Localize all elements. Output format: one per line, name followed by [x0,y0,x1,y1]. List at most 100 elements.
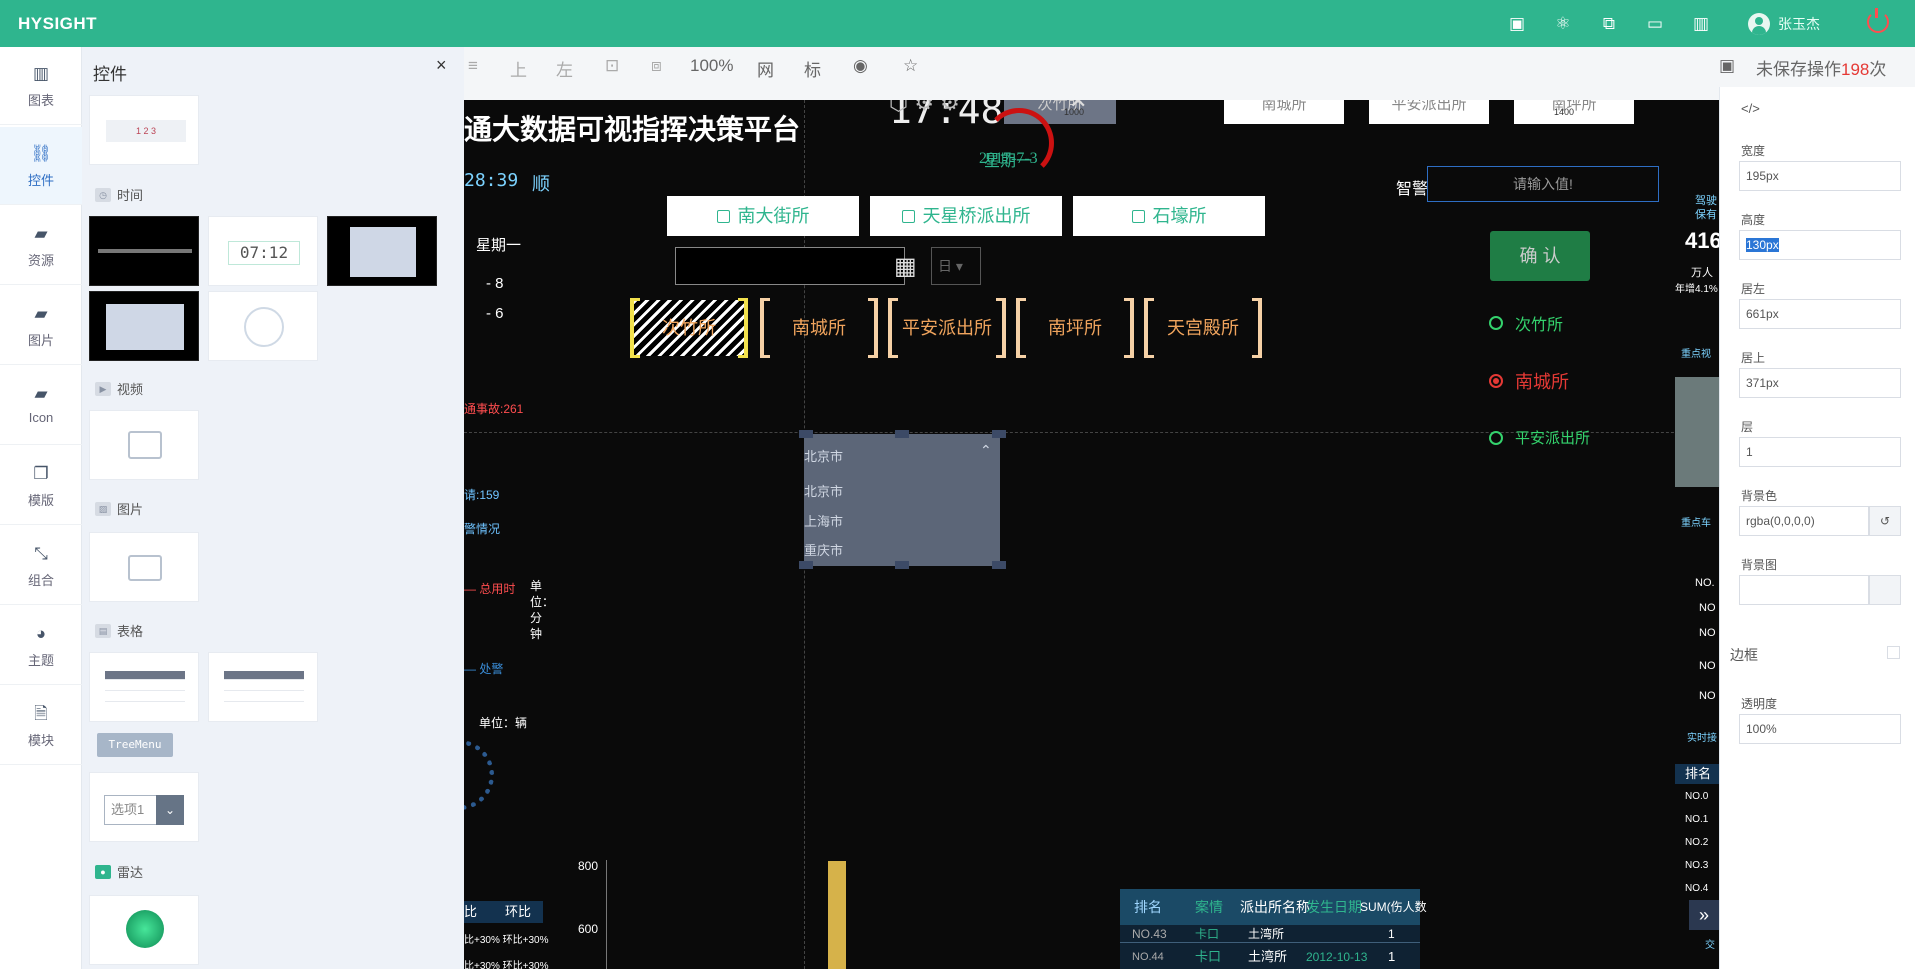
image-chart-icon[interactable]: ▣ [1507,14,1527,34]
power-icon[interactable] [1867,8,1889,33]
canvas-right-edge: 驾驶 保有 416 万人 年增4.1% 重点视 重点车 NO. NO NO NO… [1675,100,1722,969]
radio-pingan[interactable]: 平安派出所 [1489,427,1590,448]
align-left-icon[interactable]: 左 [556,56,573,81]
expand-double-chevron-icon[interactable]: » [1689,900,1719,930]
calendar-widget-card[interactable] [327,216,437,286]
file-icon: 🗎 [34,704,48,723]
reset-icon[interactable]: ↺ [1869,506,1901,536]
unit-minutes: 单位：分钟 [530,579,555,641]
video-widget-card[interactable] [89,410,199,480]
radar-widget-card[interactable] [89,895,199,965]
tab-pingan[interactable]: 平安派出所 [1369,100,1489,124]
nav-item-theme[interactable]: ◕ 主题 [0,607,82,685]
save-icon[interactable]: ▣ [1719,56,1735,76]
left-input[interactable]: 661px [1739,299,1901,329]
checkbox-nandajie[interactable]: 南大街所 [667,196,859,236]
nav-item-templates[interactable]: ❐ 模版 [0,447,82,525]
bracket-nancheng[interactable]: 南城所 [760,298,878,358]
book-icon: ▰ [34,224,48,243]
calendar2-preview [106,304,184,350]
pager-widget-card[interactable]: 1 2 3 [89,95,199,165]
resize-handle[interactable] [992,561,1006,569]
resize-handle[interactable] [895,561,909,569]
camera-thumbnail[interactable] [1675,377,1719,487]
grid-toggle[interactable]: 网 [757,56,774,81]
radio-cizhu[interactable]: 次竹所 [1489,311,1563,335]
confirm-button[interactable]: 确 认 [1490,231,1590,281]
nav-item-icon[interactable]: ▰ Icon [0,367,82,445]
bgcolor-input[interactable]: rgba(0,0,0,0) [1739,506,1869,536]
bgimage-input[interactable] [1739,575,1869,605]
opacity-input[interactable]: 100% [1739,714,1901,744]
layer-input[interactable]: 1 [1739,437,1901,467]
nav-item-controls[interactable]: ⛓ 控件 [0,127,82,205]
align-top-icon[interactable]: 上 [510,56,527,81]
nav-item-modules[interactable]: 🗎 模块 [0,687,82,765]
table-row[interactable]: NO.43 卡口 土湾所 1 [1120,925,1420,943]
height-input[interactable]: 130px [1739,230,1901,260]
width-input[interactable]: 195px [1739,161,1901,191]
resize-handle[interactable] [895,430,909,438]
radio-nancheng[interactable]: 南城所 [1489,368,1569,394]
bgimage-picker[interactable] [1869,575,1901,605]
zoom-level[interactable]: 100% [690,56,733,76]
tab-nancheng[interactable]: 南城所 [1224,100,1344,124]
cube-icon[interactable]: ⬡ ⚙ ⚙ [889,100,960,116]
border-checkbox[interactable] [1887,646,1900,659]
align-right-icon[interactable]: ≡ [468,56,478,76]
controls-panel: 控件 × 1 2 3 ◷ 时间 07:12 ▶ 视频 ▨ 图片 ▤ 表格 TreeMen… [82,47,464,969]
user-menu[interactable]: 张玉杰 [1748,12,1820,36]
date-picker-input[interactable] [675,247,905,285]
preview-eye-icon[interactable]: ◉ [853,56,868,76]
radio-icon [1489,430,1503,445]
bracket-cizhu[interactable]: 次竹所 [630,298,748,358]
resize-handle[interactable] [992,430,1006,438]
ruler-toggle[interactable]: 标 [804,56,821,81]
nav-item-charts[interactable]: ▥ 图表 [0,47,82,125]
gauge-ring [464,740,494,810]
nav-item-resources[interactable]: ▰ 资源 [0,207,82,285]
table-row[interactable]: NO.44 卡口 土湾所 2012-10-13 1 [1120,945,1420,969]
checkbox-tianxingqiao[interactable]: 天星桥派出所 [870,196,1062,236]
monitor-icon[interactable]: ▭ [1645,14,1665,34]
clock-widget-card[interactable]: 07:12 [208,216,318,286]
star-icon[interactable]: ☆ [903,56,918,76]
dropdown-item-beijing[interactable]: 北京市 [804,481,843,500]
bracket-nanping[interactable]: 南坪所 [1016,298,1134,358]
atom-icon[interactable]: ⚛ [1553,14,1573,34]
city-dropdown[interactable]: 北京市 ⌃ 北京市 上海市 重庆市 [804,434,1000,566]
layers-icon[interactable]: ⧉ [1599,14,1619,34]
timeline-widget-card[interactable] [89,216,199,286]
radio-selected-icon [1489,374,1503,388]
dial-widget-card[interactable] [208,291,318,361]
calendar2-widget-card[interactable] [89,291,199,361]
bracket-tiangongdian[interactable]: 天宫殿所 [1144,298,1262,358]
select-widget-card[interactable]: 选项1 ⌄ [89,772,199,842]
design-canvas[interactable]: 次竹所 南城所 平安派出所 南坪所 1000 1400 通大数据可视指挥决策平台… [464,100,1719,969]
day-select[interactable]: 日 ▾ [931,247,981,285]
resize-handle[interactable] [799,430,813,438]
bar-chart-icon[interactable]: ▥ [1691,14,1711,34]
top-input[interactable]: 371px [1739,368,1901,398]
stat-159: 请:159 [464,488,500,502]
close-widget-icon[interactable]: ✕ [1069,100,1087,114]
police-search-input[interactable]: 请输入值! [1427,166,1659,202]
table2-widget-card[interactable] [208,652,318,722]
chevron-up-icon[interactable]: ⌃ [980,442,992,459]
dropdown-item-shanghai[interactable]: 上海市 [804,511,843,530]
fit-icon[interactable]: ⊡ [605,56,619,76]
nav-item-group[interactable]: ⤡ 组合 [0,527,82,605]
dropdown-item-chongqing[interactable]: 重庆市 [804,540,843,559]
resize-handle[interactable] [799,561,813,569]
checkbox-shihao[interactable]: 石壕所 [1073,196,1265,236]
bracket-pingan[interactable]: 平安派出所 [888,298,1006,358]
table-widget-card[interactable] [89,652,199,722]
code-icon[interactable]: </> [1741,101,1760,116]
compress-icon: ⤡ [34,544,48,563]
calendar-icon[interactable]: ▦ [894,252,917,281]
image-widget-card[interactable] [89,532,199,602]
close-icon[interactable]: × [436,55,447,76]
nav-item-images[interactable]: ▰ 图片 [0,287,82,365]
checkbox-icon [901,210,915,223]
resize-icon[interactable]: ⧈ [651,56,662,76]
